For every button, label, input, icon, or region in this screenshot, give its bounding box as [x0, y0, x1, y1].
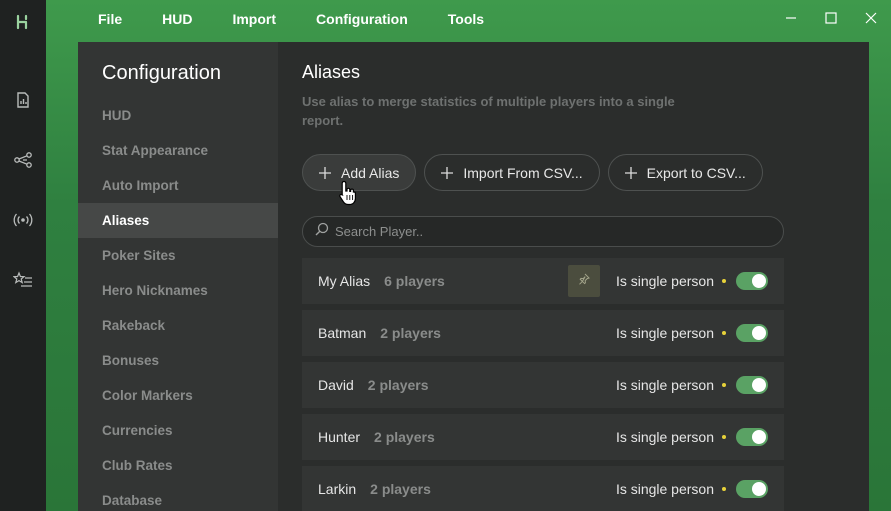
- share-network-icon[interactable]: [0, 140, 46, 180]
- status-dot: [722, 487, 726, 491]
- sidebar-item-database[interactable]: Database: [78, 483, 278, 511]
- single-person-toggle[interactable]: [736, 428, 768, 446]
- alias-player-count: 2 players: [374, 429, 435, 445]
- close-icon[interactable]: [851, 0, 891, 36]
- action-buttons: Add Alias Import From CSV... Export to C…: [302, 154, 869, 191]
- alias-name: My Alias: [318, 273, 371, 289]
- alias-row-larkin[interactable]: Larkin 2 players Is single person: [302, 466, 784, 511]
- search-icon: [315, 222, 329, 241]
- minimize-icon[interactable]: [771, 0, 811, 36]
- sidebar-item-poker-sites[interactable]: Poker Sites: [78, 238, 278, 273]
- sidebar-item-bonuses[interactable]: Bonuses: [78, 343, 278, 378]
- page-description: Use alias to merge statistics of multipl…: [302, 94, 675, 128]
- search-player-input[interactable]: [335, 224, 755, 239]
- menu-hud[interactable]: HUD: [142, 0, 212, 38]
- sidebar-item-auto-import[interactable]: Auto Import: [78, 168, 278, 203]
- status-dot: [722, 383, 726, 387]
- sidebar-item-stat-appearance[interactable]: Stat Appearance: [78, 133, 278, 168]
- single-person-toggle[interactable]: [736, 272, 768, 290]
- single-person-label: Is single person: [615, 377, 714, 393]
- alias-name: David: [318, 377, 354, 393]
- plus-icon: [319, 166, 331, 179]
- sidebar-item-aliases[interactable]: Aliases: [78, 203, 278, 238]
- config-sidebar: Configuration HUD Stat Appearance Auto I…: [78, 42, 278, 511]
- plus-icon: [441, 166, 454, 179]
- alias-row-david[interactable]: David 2 players Is single person: [302, 362, 784, 408]
- menu-configuration[interactable]: Configuration: [296, 0, 428, 38]
- starred-list-icon[interactable]: [0, 260, 46, 300]
- status-dot: [722, 435, 726, 439]
- alias-row-hunter[interactable]: Hunter 2 players Is single person: [302, 414, 784, 460]
- plus-icon: [624, 166, 637, 179]
- single-person-label: Is single person: [615, 273, 714, 289]
- export-csv-label: Export to CSV...: [646, 164, 746, 181]
- page-title: Aliases: [302, 62, 361, 82]
- maximize-icon[interactable]: [811, 0, 851, 36]
- single-person-label: Is single person: [615, 429, 714, 445]
- menu-bar: File HUD Import Configuration Tools: [46, 0, 891, 38]
- configuration-dialog: Configuration HUD Stat Appearance Auto I…: [78, 42, 869, 511]
- single-person-label: Is single person: [615, 325, 714, 341]
- menu-file[interactable]: File: [46, 0, 142, 38]
- alias-row-my-alias[interactable]: My Alias 6 players Is single person: [302, 258, 784, 304]
- menu-import[interactable]: Import: [212, 0, 296, 38]
- export-csv-button[interactable]: Export to CSV...: [607, 154, 763, 191]
- sidebar-item-currencies[interactable]: Currencies: [78, 413, 278, 448]
- sidebar-item-rakeback[interactable]: Rakeback: [78, 308, 278, 343]
- left-rail: [0, 0, 46, 511]
- logo-icon[interactable]: [13, 12, 33, 32]
- import-csv-label: Import From CSV...: [463, 164, 583, 181]
- alias-player-count: 2 players: [367, 377, 429, 393]
- sidebar-item-color-markers[interactable]: Color Markers: [78, 378, 278, 413]
- aliases-panel: Aliases Use alias to merge statistics of…: [278, 42, 869, 511]
- alias-name: Batman: [318, 325, 367, 341]
- import-csv-button[interactable]: Import From CSV...: [424, 154, 600, 191]
- pin-button[interactable]: [567, 265, 600, 297]
- add-alias-button[interactable]: Add Alias: [302, 154, 417, 191]
- sidebar-title: Configuration: [102, 62, 221, 84]
- alias-list: My Alias 6 players Is single person Batm…: [302, 258, 784, 511]
- window-controls: [771, 0, 891, 36]
- sidebar-item-hero-nicknames[interactable]: Hero Nicknames: [78, 273, 278, 308]
- alias-name: Larkin: [318, 481, 357, 497]
- alias-row-batman[interactable]: Batman 2 players Is single person: [302, 310, 784, 356]
- single-person-toggle[interactable]: [736, 480, 768, 498]
- single-person-toggle[interactable]: [736, 324, 768, 342]
- single-person-label: Is single person: [615, 481, 714, 497]
- alias-name: Hunter: [318, 429, 361, 445]
- sidebar-item-club-rates[interactable]: Club Rates: [78, 448, 278, 483]
- search-box: [302, 216, 784, 247]
- menu-tools[interactable]: Tools: [428, 0, 504, 38]
- sidebar-item-hud[interactable]: HUD: [78, 98, 278, 133]
- hand-cursor-icon: [338, 180, 358, 211]
- status-dot: [722, 331, 726, 335]
- report-icon[interactable]: [0, 80, 46, 120]
- alias-player-count: 2 players: [370, 481, 431, 497]
- pin-icon: [578, 272, 590, 290]
- status-dot: [722, 279, 726, 283]
- alias-player-count: 6 players: [384, 273, 445, 289]
- alias-player-count: 2 players: [380, 325, 441, 341]
- add-alias-label: Add Alias: [341, 164, 400, 181]
- broadcast-icon[interactable]: [0, 200, 46, 240]
- single-person-toggle[interactable]: [736, 376, 768, 394]
